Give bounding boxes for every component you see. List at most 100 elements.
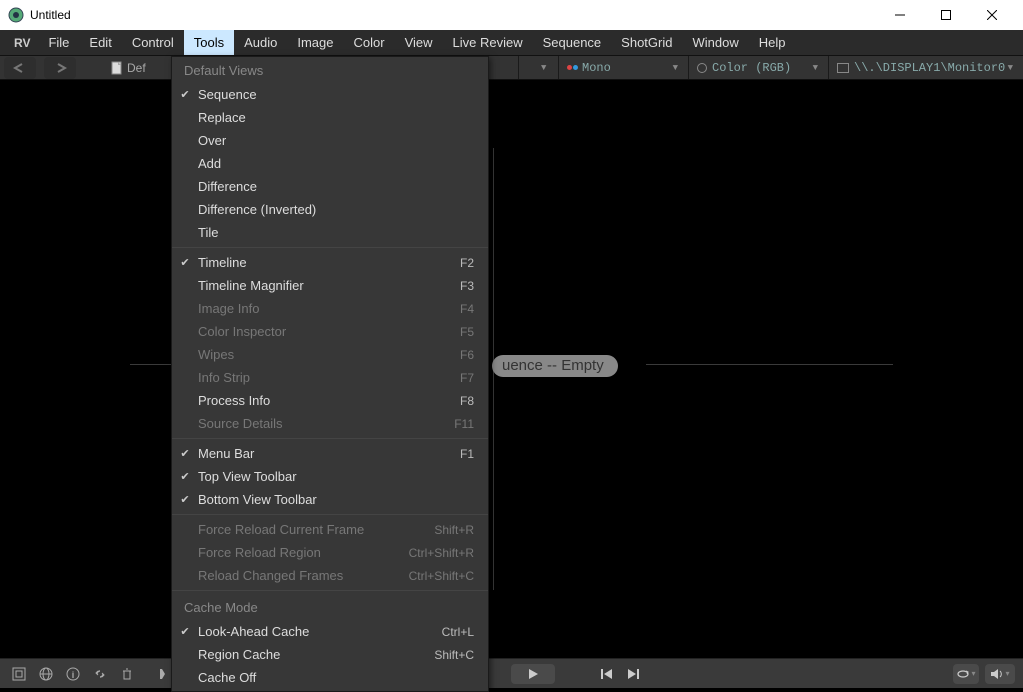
step-back-button[interactable]: [597, 666, 617, 682]
menu-audio[interactable]: Audio: [234, 30, 287, 55]
nav-back-button[interactable]: [4, 57, 36, 79]
menu-item-shortcut: F5: [460, 325, 474, 339]
menu-item-sequence[interactable]: ✔Sequence: [172, 83, 488, 106]
menu-item-bottom-view-toolbar[interactable]: ✔Bottom View Toolbar: [172, 488, 488, 511]
bottom-toolbar: i ▾ ▾: [0, 658, 1023, 688]
menu-item-label: Region Cache: [198, 647, 434, 662]
menu-item-label: Cache Off: [198, 670, 474, 685]
menu-item-label: Difference (Inverted): [198, 202, 474, 217]
empty-dropdown[interactable]: ▼: [518, 56, 558, 79]
menu-shotgrid[interactable]: ShotGrid: [611, 30, 682, 55]
menu-item-label: Reload Changed Frames: [198, 568, 409, 583]
source-tab[interactable]: Def: [104, 61, 152, 75]
menubar: RV FileEditControlToolsAudioImageColorVi…: [0, 30, 1023, 56]
menu-item-shortcut: Ctrl+Shift+C: [409, 569, 474, 583]
menu-edit[interactable]: Edit: [79, 30, 121, 55]
menu-separator: [172, 438, 488, 439]
color-mode-dropdown[interactable]: Color (RGB) ▼: [688, 56, 828, 79]
menu-item-label: Wipes: [198, 347, 460, 362]
info-icon[interactable]: i: [62, 664, 84, 684]
menu-live-review[interactable]: Live Review: [443, 30, 533, 55]
globe-icon[interactable]: [35, 664, 57, 684]
menu-tools[interactable]: Tools: [184, 30, 234, 55]
menu-item-menu-bar[interactable]: ✔Menu BarF1: [172, 442, 488, 465]
menu-item-shortcut: F1: [460, 447, 474, 461]
menu-item-wipes: WipesF6: [172, 343, 488, 366]
check-icon: ✔: [172, 88, 198, 101]
menu-help[interactable]: Help: [749, 30, 796, 55]
monitor-icon: [837, 63, 849, 73]
stereo-mode-dropdown[interactable]: Mono ▼: [558, 56, 688, 79]
check-icon: ✔: [172, 447, 198, 460]
menu-item-cache-off[interactable]: Cache Off: [172, 666, 488, 689]
menu-item-region-cache[interactable]: Region CacheShift+C: [172, 643, 488, 666]
stereo-icon: [567, 65, 578, 70]
color-mode-label: Color (RGB): [712, 61, 791, 75]
step-forward-button[interactable]: [623, 666, 643, 682]
menu-sequence[interactable]: Sequence: [533, 30, 612, 55]
window-minimize-button[interactable]: [877, 0, 923, 30]
menu-item-shortcut: Shift+C: [434, 648, 474, 662]
menu-item-label: Top View Toolbar: [198, 469, 474, 484]
menu-item-label: Color Inspector: [198, 324, 460, 339]
menu-item-info-strip: Info StripF7: [172, 366, 488, 389]
menu-color[interactable]: Color: [343, 30, 394, 55]
source-tab-label: Def: [127, 61, 146, 75]
window-title: Untitled: [30, 8, 877, 22]
app-logo-text: RV: [6, 30, 38, 55]
menu-view[interactable]: View: [395, 30, 443, 55]
menu-separator: [172, 247, 488, 248]
menu-window[interactable]: Window: [682, 30, 748, 55]
viewport[interactable]: uence -- Empty: [0, 80, 1023, 658]
trash-icon[interactable]: [116, 664, 138, 684]
menu-item-replace[interactable]: Replace: [172, 106, 488, 129]
tools-menu: Default Views✔SequenceReplaceOverAddDiff…: [171, 56, 489, 692]
color-icon: [697, 63, 707, 73]
menu-item-reload-changed-frames: Reload Changed FramesCtrl+Shift+C: [172, 564, 488, 587]
monitor-dropdown[interactable]: \\.\DISPLAY1\Monitor0 ▼: [828, 56, 1023, 79]
check-icon: ✔: [172, 493, 198, 506]
loop-button[interactable]: ▾: [953, 664, 979, 684]
menu-item-image-info: Image InfoF4: [172, 297, 488, 320]
menu-item-timeline-magnifier[interactable]: Timeline MagnifierF3: [172, 274, 488, 297]
menu-item-timeline[interactable]: ✔TimelineF2: [172, 251, 488, 274]
menu-item-process-info[interactable]: Process InfoF8: [172, 389, 488, 412]
stereo-mode-label: Mono: [582, 61, 611, 75]
fullscreen-icon[interactable]: [8, 664, 30, 684]
menu-item-label: Info Strip: [198, 370, 460, 385]
app-icon: [8, 7, 24, 23]
chevron-down-icon: ▾: [971, 669, 975, 678]
window-maximize-button[interactable]: [923, 0, 969, 30]
menu-control[interactable]: Control: [122, 30, 184, 55]
menu-item-difference[interactable]: Difference: [172, 175, 488, 198]
menu-item-difference-inverted-[interactable]: Difference (Inverted): [172, 198, 488, 221]
menu-item-label: Tile: [198, 225, 474, 240]
menu-item-shortcut: Shift+R: [434, 523, 474, 537]
link-icon[interactable]: [89, 664, 111, 684]
volume-button[interactable]: ▾: [985, 664, 1015, 684]
menu-item-shortcut: Ctrl+L: [442, 625, 474, 639]
menu-item-force-reload-current-frame: Force Reload Current FrameShift+R: [172, 518, 488, 541]
menu-item-tile[interactable]: Tile: [172, 221, 488, 244]
menu-item-look-ahead-cache[interactable]: ✔Look-Ahead CacheCtrl+L: [172, 620, 488, 643]
play-button[interactable]: [511, 664, 555, 684]
window-titlebar: Untitled: [0, 0, 1023, 30]
viewport-center-label: uence -- Empty: [492, 355, 618, 377]
menu-item-label: Bottom View Toolbar: [198, 492, 474, 507]
nav-forward-button[interactable]: [44, 57, 76, 79]
menu-separator: [172, 514, 488, 515]
window-close-button[interactable]: [969, 0, 1015, 30]
top-toolbar: Def ▼ Mono ▼ Color (RGB) ▼ \\.\DISPLAY1\…: [0, 56, 1023, 80]
menu-item-label: Replace: [198, 110, 474, 125]
menu-file[interactable]: File: [38, 30, 79, 55]
menu-item-top-view-toolbar[interactable]: ✔Top View Toolbar: [172, 465, 488, 488]
menu-item-add[interactable]: Add: [172, 152, 488, 175]
menu-item-label: Force Reload Current Frame: [198, 522, 434, 537]
menu-separator: [172, 590, 488, 591]
menu-item-shortcut: F2: [460, 256, 474, 270]
menu-item-shortcut: F11: [454, 417, 474, 431]
menu-image[interactable]: Image: [287, 30, 343, 55]
chevron-down-icon: ▼: [1008, 63, 1013, 73]
menu-item-label: Image Info: [198, 301, 460, 316]
menu-item-over[interactable]: Over: [172, 129, 488, 152]
